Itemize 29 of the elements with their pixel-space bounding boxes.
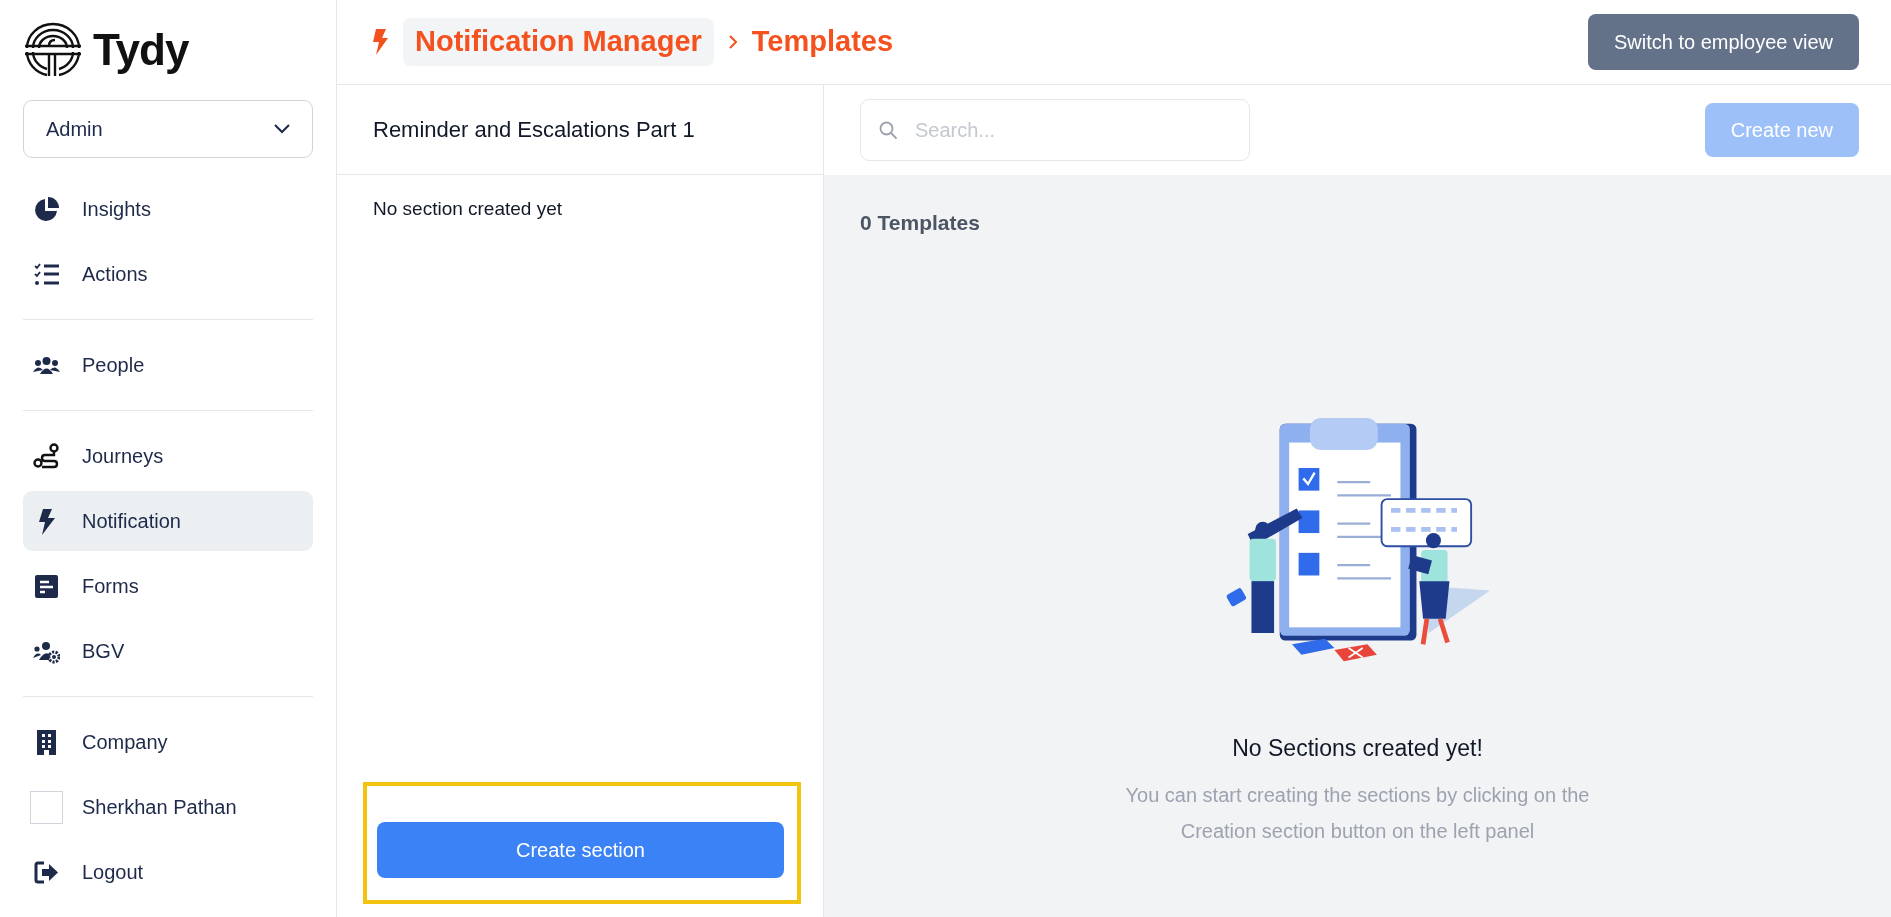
empty-state-text: You can start creating the sections by clicking on the Creation section button on the left panel	[1124, 783, 1591, 844]
chevron-down-icon	[274, 123, 290, 134]
sidebar-item[interactable]: Actions	[23, 244, 313, 304]
sidebar-item[interactable]: Forms	[23, 556, 313, 616]
sidebar-item[interactable]: People	[23, 335, 313, 395]
avatar-placeholder	[30, 790, 63, 824]
sidebar-item[interactable]: Company	[23, 712, 313, 772]
sidebar-item[interactable]: Journeys	[23, 426, 313, 486]
chevron-right-icon	[727, 34, 738, 50]
sidebar-item[interactable]: BGV	[23, 621, 313, 681]
logo-icon	[23, 21, 83, 78]
panel-title: Reminder and Escalations Part 1	[337, 85, 823, 175]
empty-state-title: No Sections created yet!	[1232, 733, 1483, 763]
templates-count: 0 Templates	[860, 211, 980, 234]
logo-wordmark: Tydy	[93, 23, 189, 76]
role-dropdown[interactable]: Admin	[23, 99, 313, 158]
sidebar-item[interactable]: Notification	[23, 491, 313, 551]
sidebar-item[interactable]: Insights	[23, 179, 313, 239]
profile-link[interactable]: Sherkhan Pathan	[23, 777, 313, 837]
pie-chart-icon	[33, 195, 60, 223]
route-icon	[33, 442, 60, 470]
switch-view-button[interactable]: Switch to employee view	[1588, 14, 1859, 70]
search-field[interactable]: Search...	[860, 99, 1250, 161]
sidebar-item[interactable]: Logout	[23, 842, 313, 902]
lightning-icon	[371, 29, 389, 55]
breadcrumb-current: Templates	[751, 24, 894, 60]
create-section-button[interactable]: Create section	[377, 822, 784, 878]
form-icon	[33, 572, 60, 600]
empty-message: No section created yet	[373, 198, 563, 219]
